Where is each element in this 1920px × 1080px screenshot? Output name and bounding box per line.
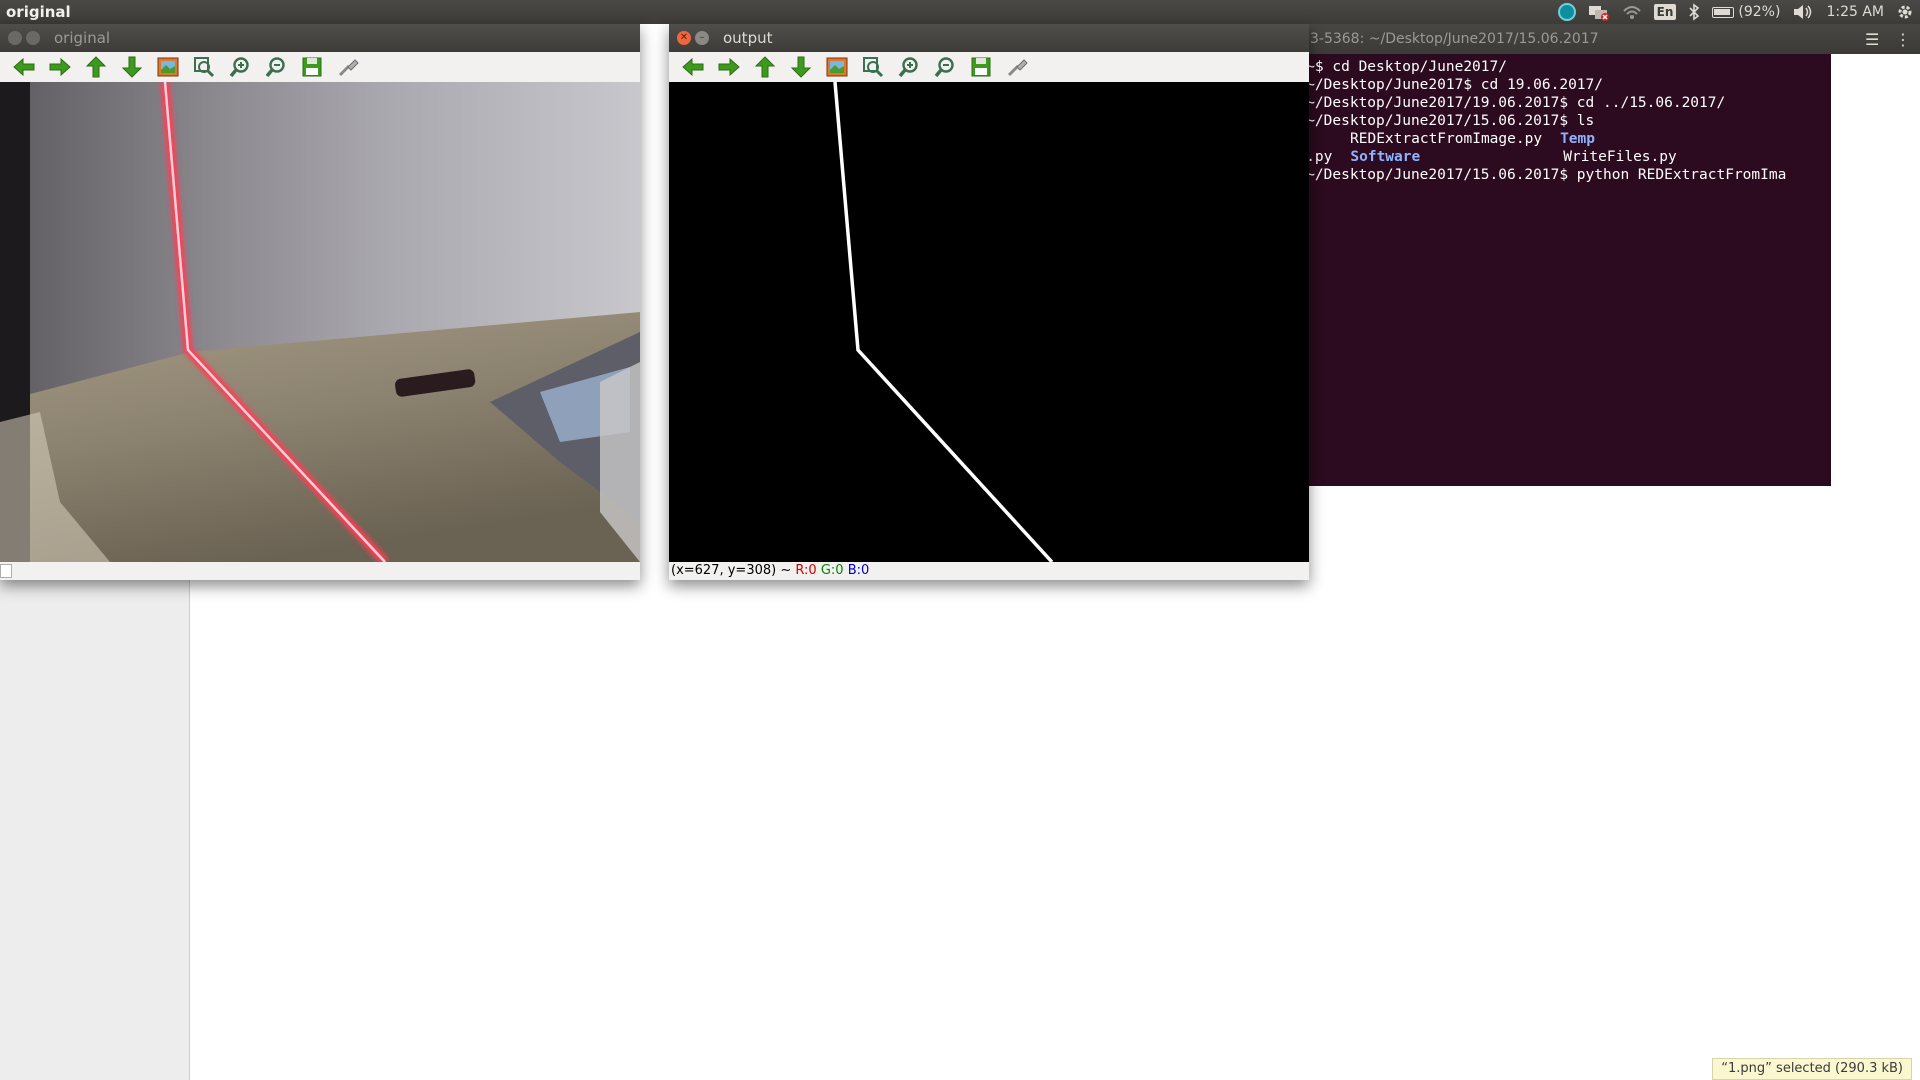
battery-icon (1712, 6, 1735, 18)
save-icon[interactable] (294, 54, 330, 80)
properties-icon[interactable] (330, 54, 366, 80)
green-value: G:0 (820, 563, 844, 578)
battery-indicator[interactable]: (92%) (1712, 0, 1780, 24)
close-icon[interactable]: ✕ (677, 31, 691, 45)
ls-directory: Software (1350, 149, 1421, 165)
terminal-line: 68:~$ cd Desktop/June2017/ (1280, 59, 1507, 75)
gear-icon[interactable] (1896, 0, 1914, 24)
terminal-header-controls: ☰ ⋮ (1831, 24, 1920, 54)
window-title: original (54, 29, 111, 47)
ls-directory: Temp (1560, 131, 1595, 147)
arrow-left-icon[interactable] (675, 54, 711, 80)
arrow-left-icon[interactable] (6, 54, 42, 80)
terminal-line: 68:~/Desktop/June2017/15.06.2017$ ls (1280, 113, 1595, 129)
network-disconnected-icon[interactable] (1588, 0, 1610, 24)
hamburger-menu-icon[interactable]: ☰ (1865, 30, 1879, 49)
blue-value: B:0 (847, 563, 870, 578)
clock[interactable]: 1:25 AM (1826, 0, 1884, 24)
ls-file: REDExtractFromImage.py (1350, 131, 1543, 147)
terminal-output[interactable]: 68:~$ cd Desktop/June2017/ 68:~/Desktop/… (1280, 54, 1831, 490)
terminal-line: 68:~/Desktop/June2017/19.06.2017$ cd ../… (1280, 95, 1726, 111)
window-statusbar (0, 562, 640, 580)
volume-icon[interactable] (1792, 0, 1814, 24)
arrow-right-icon[interactable] (711, 54, 747, 80)
ls-output-row: ion.pySoftwareWriteFiles.py (1280, 148, 1831, 166)
binary-output-drawing (833, 82, 1054, 562)
image-toolbar (0, 52, 640, 82)
fit-image-icon[interactable] (819, 54, 855, 80)
binary-output-image[interactable] (669, 82, 1309, 562)
minimize-icon[interactable]: – (695, 31, 709, 45)
arrow-down-icon[interactable] (783, 54, 819, 80)
system-tray: En (92%) 1:25 AM (1552, 0, 1920, 24)
fit-image-icon[interactable] (150, 54, 186, 80)
original-window[interactable]: original (0, 24, 640, 580)
arduino-icon[interactable] (1557, 0, 1576, 24)
status-checkbox (0, 564, 12, 578)
terminal-window[interactable]: 3-5368: ~/Desktop/June2017/15.06.2017 68… (1280, 24, 1920, 486)
ls-file: WriteFiles.py (1563, 149, 1677, 165)
minimize-icon[interactable] (26, 31, 40, 45)
red-value: R:0 (795, 563, 817, 578)
arrow-down-icon[interactable] (114, 54, 150, 80)
zoom-region-icon[interactable] (855, 54, 891, 80)
zoom-out-icon[interactable] (258, 54, 294, 80)
save-icon[interactable] (963, 54, 999, 80)
terminal-title: 3-5368: ~/Desktop/June2017/15.06.2017 (1280, 24, 1920, 54)
top-panel: original En (92%) 1:25 AM (0, 0, 1920, 24)
arrow-right-icon[interactable] (42, 54, 78, 80)
app-menu-title[interactable]: original (6, 0, 71, 24)
zoom-in-icon[interactable] (222, 54, 258, 80)
arrow-up-icon[interactable] (78, 54, 114, 80)
keyboard-language-indicator[interactable]: En (1653, 0, 1677, 24)
ls-output-row: REDExtractFromImage.py Temp (1280, 130, 1831, 148)
drag-handle-icon[interactable]: ⋮ (1895, 30, 1911, 49)
camera-image[interactable] (0, 82, 640, 562)
image-toolbar (669, 52, 1309, 82)
window-titlebar[interactable]: ✕ – output (669, 24, 1309, 52)
file-manager-sidebar (0, 580, 190, 1080)
bluetooth-icon[interactable] (1688, 0, 1700, 24)
zoom-region-icon[interactable] (186, 54, 222, 80)
cursor-coordinates: (x=627, y=308) ~ (671, 563, 796, 578)
wifi-icon[interactable] (1622, 0, 1642, 24)
properties-icon[interactable] (999, 54, 1035, 80)
file-selection-status: “1.png” selected (290.3 kB) (1712, 1058, 1912, 1080)
camera-image-drawing (0, 82, 640, 562)
window-title: output (723, 29, 773, 47)
extracted-line (833, 82, 1054, 562)
window-titlebar[interactable]: original (0, 24, 640, 52)
arrow-up-icon[interactable] (747, 54, 783, 80)
terminal-line: 68:~/Desktop/June2017$ cd 19.06.2017/ (1280, 77, 1604, 93)
pixel-readout: (x=627, y=308) ~ R:0 G:0 B:0 (671, 562, 869, 580)
terminal-line: le (1280, 256, 1831, 274)
terminal-line: 68:~/Desktop/June2017/15.06.2017$ python… (1280, 167, 1787, 183)
window-statusbar: (x=627, y=308) ~ R:0 G:0 B:0 (669, 562, 1309, 580)
close-icon[interactable] (8, 31, 22, 45)
zoom-out-icon[interactable] (927, 54, 963, 80)
battery-percent: (92%) (1738, 4, 1781, 20)
zoom-in-icon[interactable] (891, 54, 927, 80)
output-window[interactable]: ✕ – output (x=627, y=308) ~ R:0 G:0 B:0 (669, 24, 1309, 580)
